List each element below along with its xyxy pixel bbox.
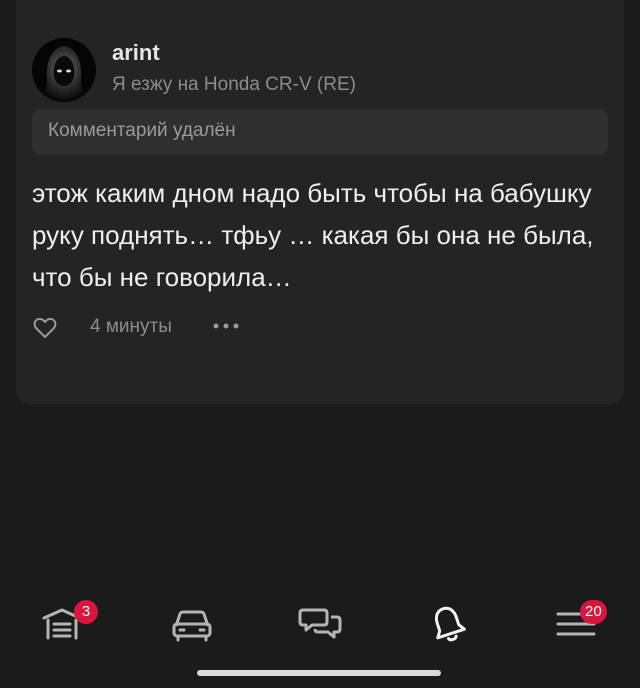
car-icon: [172, 610, 212, 642]
deleted-comment-quote: Комментарий удалён: [32, 109, 608, 155]
avatar[interactable]: [32, 38, 96, 102]
comment-text: этож каким дном надо быть чтобы на бабуш…: [32, 178, 594, 292]
menu-badge: 20: [580, 600, 607, 624]
garage-badge: 3: [74, 600, 98, 624]
chat-icon: [298, 608, 342, 639]
tab-notifications[interactable]: [424, 600, 472, 648]
bell-icon: [434, 606, 466, 642]
deleted-comment-label: Комментарий удалён: [48, 120, 236, 141]
author-name[interactable]: arint: [112, 40, 160, 66]
tab-messages[interactable]: [296, 600, 344, 648]
like-heart-icon[interactable]: [33, 317, 57, 339]
tab-cars[interactable]: [168, 600, 216, 648]
more-options-icon[interactable]: [210, 318, 242, 334]
author-car[interactable]: Я езжу на Honda CR-V (RE): [112, 74, 356, 96]
home-indicator[interactable]: [197, 670, 441, 676]
comment-timestamp: 4 минуты: [90, 316, 172, 337]
